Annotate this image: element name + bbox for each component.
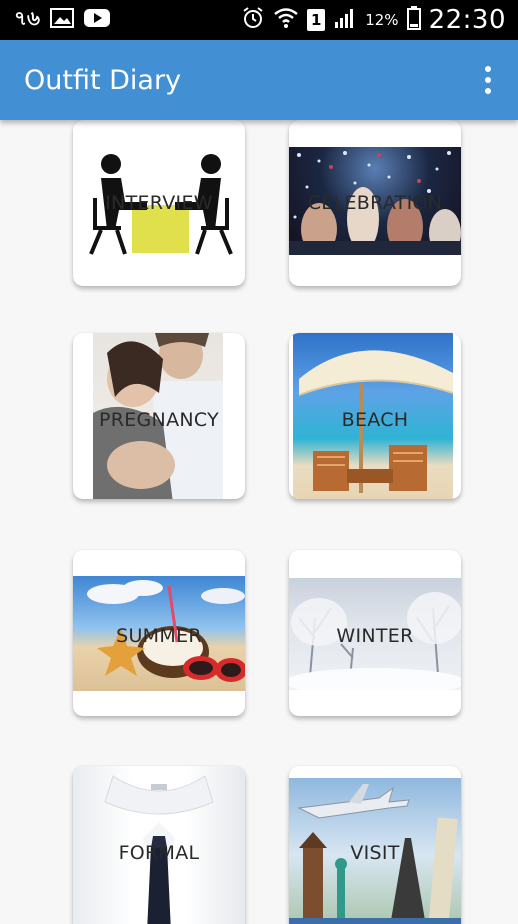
card-formal[interactable]: FORMAL <box>73 766 245 924</box>
wifi-icon <box>273 6 299 34</box>
card-pregnancy[interactable]: PREGNANCY <box>73 333 245 499</box>
clock: 22:30 <box>428 5 506 35</box>
battery-percent: 12% <box>365 11 399 29</box>
card-visit[interactable]: VISIT <box>289 766 461 924</box>
category-grid: INTERVIEW CELEBRATION PREGNANCY BEACH SU… <box>0 120 518 924</box>
card-label: VISIT <box>350 842 400 864</box>
card-beach[interactable]: BEACH <box>289 333 461 499</box>
card-summer[interactable]: SUMMER <box>73 550 245 716</box>
card-winter[interactable]: WINTER <box>289 550 461 716</box>
card-interview[interactable]: INTERVIEW <box>73 120 245 286</box>
card-label: CELEBRATION <box>307 192 443 214</box>
youtube-icon <box>84 8 111 32</box>
card-label: BEACH <box>341 409 409 431</box>
card-celebration[interactable]: CELEBRATION <box>289 120 461 286</box>
overflow-menu-icon[interactable] <box>476 62 500 98</box>
sim-slot-badge: 1 <box>307 9 326 31</box>
card-label: PREGNANCY <box>98 409 220 431</box>
app-title: Outfit Diary <box>24 64 182 96</box>
signal-icon <box>333 7 357 33</box>
image-icon <box>50 8 75 32</box>
battery-icon <box>406 6 421 34</box>
app-bar: Outfit Diary <box>0 40 518 120</box>
card-label: INTERVIEW <box>105 192 213 214</box>
card-label: FORMAL <box>118 842 200 864</box>
card-label: SUMMER <box>116 625 202 647</box>
card-label: WINTER <box>336 625 414 647</box>
alarm-icon <box>241 6 265 34</box>
status-bar: ৭৬ 1 12% 22:30 <box>0 0 518 40</box>
carrier-label: ৭৬ <box>14 5 41 30</box>
